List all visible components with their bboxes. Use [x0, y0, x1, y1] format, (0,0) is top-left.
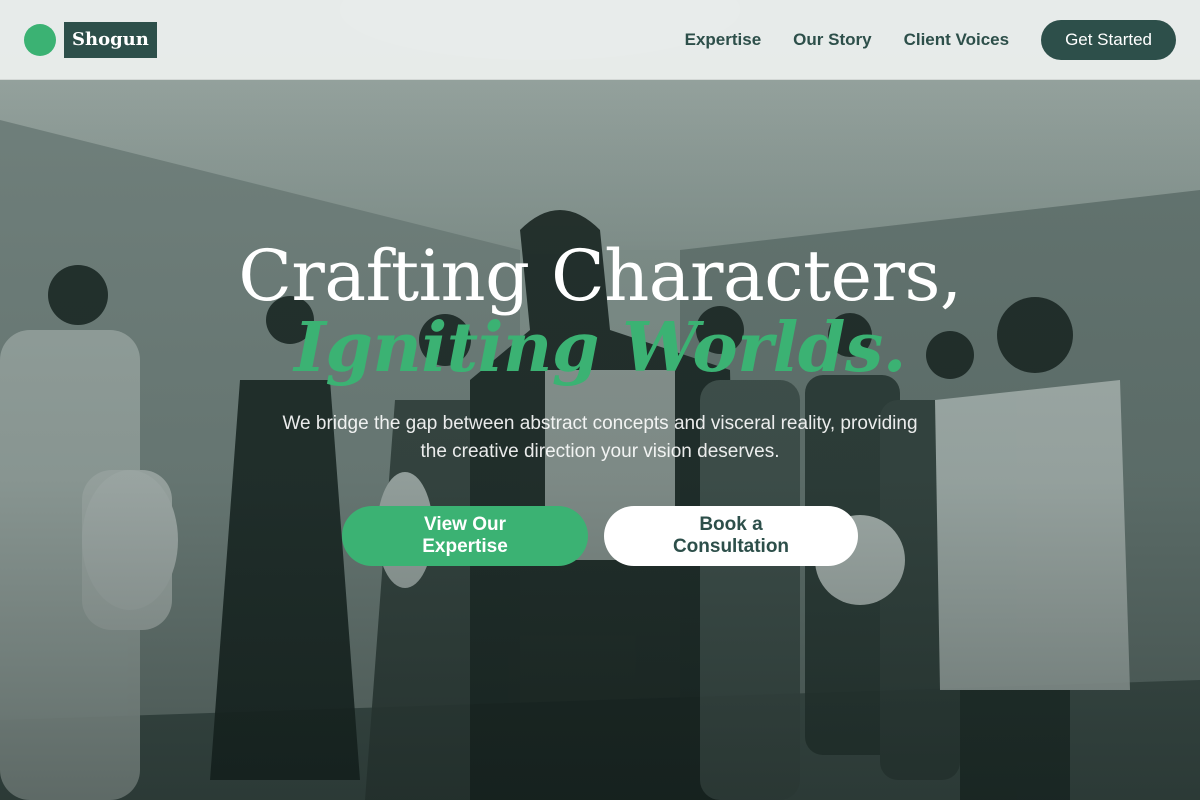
nav-link-our-story[interactable]: Our Story: [793, 30, 871, 50]
hero-headline: Crafting Characters, Igniting Worlds.: [0, 230, 1200, 384]
hero-subtext: We bridge the gap between abstract conce…: [282, 413, 918, 462]
logo-dot-icon: [24, 23, 56, 56]
hero-cta-group: View Our Expertise Book a Consultation: [0, 506, 1200, 566]
view-expertise-button[interactable]: View Our Expertise: [342, 506, 588, 566]
top-navigation: Shogun Expertise Our Story Client Voices…: [0, 0, 1200, 80]
logo[interactable]: Shogun: [24, 21, 157, 58]
hero-headline-line1: Crafting Characters,: [238, 235, 962, 317]
book-consultation-button[interactable]: Book a Consultation: [604, 506, 858, 566]
get-started-button[interactable]: Get Started: [1041, 19, 1176, 60]
hero-headline-line2: Igniting Worlds.: [294, 308, 906, 388]
nav-links: Expertise Our Story Client Voices Get St…: [685, 19, 1176, 60]
nav-link-client-voices[interactable]: Client Voices: [904, 30, 1010, 50]
nav-link-expertise[interactable]: Expertise: [685, 30, 762, 50]
logo-text: Shogun: [64, 21, 157, 58]
hero-content: Crafting Characters, Igniting Worlds. We…: [0, 230, 1200, 566]
